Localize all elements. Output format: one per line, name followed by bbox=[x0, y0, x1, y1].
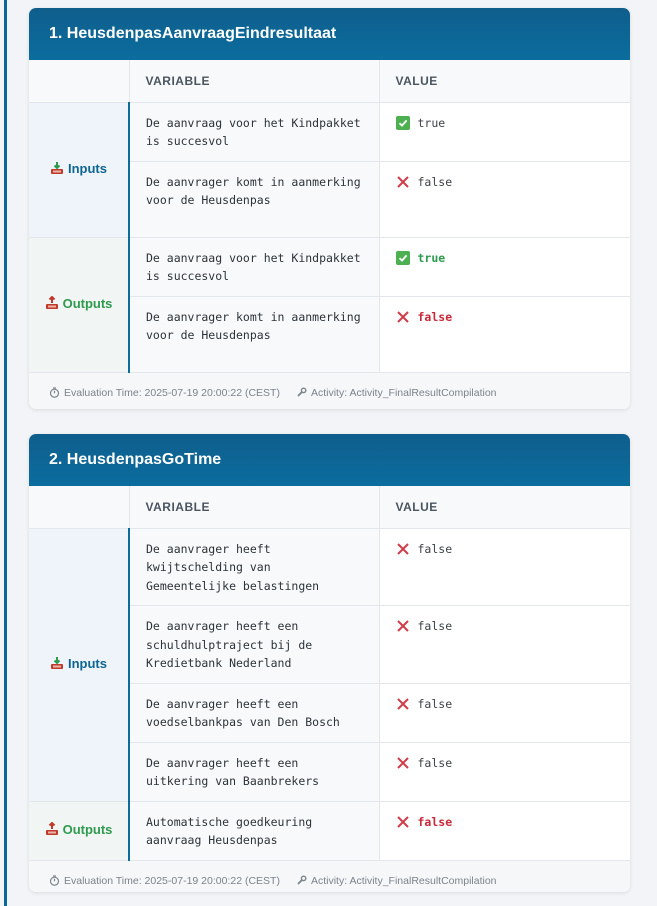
variable-cell: De aanvraag voor het Kindpakket is succe… bbox=[129, 102, 380, 162]
inputs-group-cell: Inputs bbox=[29, 528, 130, 802]
activity-text: Activity: Activity_FinalResultCompilatio… bbox=[310, 874, 497, 887]
table-row: Inputs De aanvraag voor het Kindpakket i… bbox=[29, 102, 630, 238]
x-icon bbox=[396, 542, 409, 555]
value-text: false bbox=[417, 755, 453, 770]
evaluation-time: Evaluation Time: 2025-07-19 20:00:22 (CE… bbox=[49, 387, 280, 399]
value-cell: false bbox=[379, 528, 630, 606]
x-icon bbox=[396, 620, 409, 632]
variable-cell: De aanvrager heeft kwijtschelding van Ge… bbox=[129, 528, 380, 606]
value-cell: false bbox=[379, 296, 630, 373]
card-title: 2. HeusdenpasGoTime bbox=[29, 434, 630, 486]
value-text: true bbox=[417, 250, 446, 265]
x-icon bbox=[396, 310, 409, 323]
stopwatch-icon bbox=[49, 875, 60, 886]
variables-table: VARIABLE VALUE Inputs De aanvraag voor h… bbox=[29, 60, 630, 373]
value-cell: false bbox=[379, 742, 630, 802]
x-icon bbox=[396, 175, 409, 188]
value-text: false bbox=[417, 696, 453, 711]
table-row: Inputs De aanvrager heeft kwijtschelding… bbox=[29, 528, 630, 802]
value-text: false bbox=[417, 541, 453, 556]
value-cell: true bbox=[379, 237, 630, 297]
value-cell: false bbox=[379, 801, 630, 861]
variable-cell: De aanvrager heeft een voedselbankpas va… bbox=[129, 683, 380, 743]
outputs-group-cell: Outputs bbox=[29, 801, 130, 861]
outbox-upload-icon bbox=[45, 822, 58, 836]
evaluation-time: Evaluation Time: 2025-07-19 20:00:22 (CE… bbox=[49, 875, 280, 887]
value-text: false bbox=[417, 174, 453, 189]
inbox-download-icon bbox=[51, 657, 63, 670]
value-cell: true bbox=[379, 102, 630, 162]
value-cell: false bbox=[379, 161, 630, 238]
variable-column-header: VARIABLE bbox=[129, 486, 380, 529]
inputs-label: Inputs bbox=[68, 160, 107, 176]
x-icon bbox=[396, 697, 409, 710]
left-accent-rule bbox=[4, 0, 7, 906]
inputs-label: Inputs bbox=[68, 655, 107, 671]
group-column-header bbox=[29, 60, 130, 103]
variable-cell: De aanvrager heeft een schuldhulptraject… bbox=[129, 605, 380, 684]
inputs-group-cell: Inputs bbox=[29, 102, 130, 238]
check-icon bbox=[395, 250, 410, 265]
variables-table: VARIABLE VALUE Inputs De aanvrager heeft… bbox=[29, 486, 630, 861]
activity: Activity: Activity_FinalResultCompilatio… bbox=[296, 387, 497, 399]
table-row: Outputs De aanvraag voor het Kindpakket … bbox=[29, 237, 630, 373]
value-text: false bbox=[417, 309, 453, 324]
variable-cell: Automatische goedkeuring aanvraag Heusde… bbox=[129, 801, 380, 861]
activity-text: Activity: Activity_FinalResultCompilatio… bbox=[310, 386, 497, 399]
variable-cell: De aanvrager komt in aanmerking voor de … bbox=[129, 161, 380, 238]
variable-cell: De aanvrager heeft een uitkering van Baa… bbox=[129, 742, 380, 802]
decision-card: 2. HeusdenpasGoTime VARIABLE VALUE Input… bbox=[29, 434, 630, 892]
x-icon bbox=[396, 756, 409, 769]
value-cell: false bbox=[379, 605, 630, 684]
value-text: false bbox=[417, 814, 453, 829]
wrench-icon bbox=[297, 875, 307, 885]
check-icon bbox=[395, 115, 410, 130]
outbox-upload-icon bbox=[45, 296, 58, 310]
x-icon bbox=[396, 815, 409, 828]
value-text: false bbox=[417, 619, 453, 633]
value-cell: false bbox=[379, 683, 630, 743]
value-text: true bbox=[417, 115, 446, 130]
variable-cell: De aanvrager komt in aanmerking voor de … bbox=[129, 296, 380, 373]
activity: Activity: Activity_FinalResultCompilatio… bbox=[296, 875, 497, 887]
card-footer: Evaluation Time: 2025-07-19 20:00:22 (CE… bbox=[29, 860, 630, 892]
inbox-download-icon bbox=[51, 162, 63, 175]
decision-card: 1. HeusdenpasAanvraagEindresultaat VARIA… bbox=[29, 8, 630, 409]
card-footer: Evaluation Time: 2025-07-19 20:00:22 (CE… bbox=[29, 372, 630, 409]
variable-column-header: VARIABLE bbox=[129, 60, 380, 103]
wrench-icon bbox=[297, 387, 307, 397]
value-column-header: VALUE bbox=[379, 60, 630, 103]
evaluation-time-text: Evaluation Time: 2025-07-19 20:00:22 (CE… bbox=[64, 874, 280, 887]
table-header-row: VARIABLE VALUE bbox=[29, 60, 630, 103]
variable-cell: De aanvraag voor het Kindpakket is succe… bbox=[129, 237, 380, 297]
outputs-group-cell: Outputs bbox=[29, 237, 130, 373]
outputs-label: Outputs bbox=[62, 821, 113, 837]
value-column-header: VALUE bbox=[379, 486, 630, 529]
group-column-header bbox=[29, 486, 130, 529]
table-row: Outputs Automatische goedkeuring aanvraa… bbox=[29, 801, 630, 861]
evaluation-time-text: Evaluation Time: 2025-07-19 20:00:22 (CE… bbox=[64, 386, 280, 399]
stopwatch-icon bbox=[49, 387, 60, 398]
table-header-row: VARIABLE VALUE bbox=[29, 486, 630, 529]
outputs-label: Outputs bbox=[62, 295, 113, 311]
card-title: 1. HeusdenpasAanvraagEindresultaat bbox=[29, 8, 630, 60]
